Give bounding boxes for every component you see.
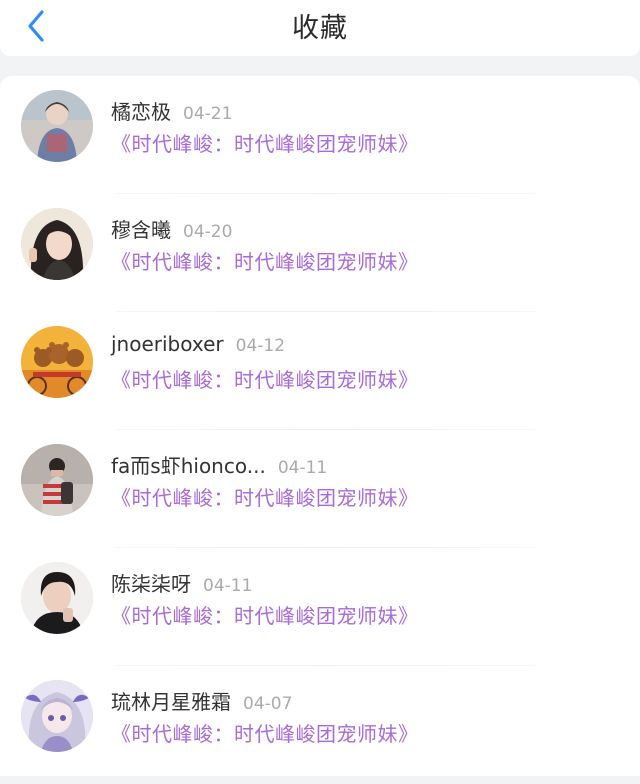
favorite-info: 陈柒柒呀 04-11 [111, 568, 252, 597]
page-title: 收藏 [292, 13, 348, 44]
favorite-info: fa而s虾hionco... 04-11 [111, 450, 327, 479]
user-name[interactable]: fa而s虾hionco... [111, 454, 266, 478]
avatar[interactable] [21, 444, 93, 516]
date-text: 04-11 [203, 576, 253, 596]
list-item[interactable]: 穆含曦 04-20 《时代峰峻：时代峰峻团宠师妹》 [0, 194, 640, 312]
book-title-link[interactable]: 《时代峰峻：时代峰峻团宠师妹》 [111, 246, 419, 275]
user-name[interactable]: 陈柒柒呀 [111, 572, 191, 596]
book-title-link[interactable]: 《时代峰峻：时代峰峻团宠师妹》 [111, 600, 419, 629]
avatar[interactable] [21, 680, 93, 752]
book-title-link[interactable]: 《时代峰峻：时代峰峻团宠师妹》 [111, 482, 419, 511]
favorite-info: jnoeriboxer 04-12 [111, 332, 285, 356]
date-text: 04-11 [277, 458, 328, 478]
top-nav-bar: 收藏 [0, 0, 640, 56]
avatar[interactable] [21, 326, 93, 398]
list-item[interactable]: 琉林月星雅霜 04-07 《时代峰峻：时代峰峻团宠师妹》 [0, 666, 640, 784]
list-item[interactable]: fa而s虾hionco... 04-11 《时代峰峻：时代峰峻团宠师妹》 [0, 430, 640, 548]
avatar[interactable] [21, 90, 93, 162]
book-title-link[interactable]: 《时代峰峻：时代峰峻团宠师妹》 [111, 718, 419, 747]
user-name[interactable]: 橘恋极 [111, 100, 171, 124]
book-title-link[interactable]: 《时代峰峻：时代峰峻团宠师妹》 [111, 364, 419, 393]
favorite-info: 琉林月星雅霜 04-07 [111, 686, 292, 715]
date-text: 04-21 [183, 104, 233, 124]
favorites-list: 橘恋极 04-21 《时代峰峻：时代峰峻团宠师妹》 穆含曦 04-20 《时代峰峻：… [0, 76, 640, 776]
list-item[interactable]: jnoeriboxer 04-12 《时代峰峻：时代峰峻团宠师妹》 [0, 312, 640, 430]
date-text: 04-07 [243, 694, 293, 714]
book-title-link[interactable]: 《时代峰峻：时代峰峻团宠师妹》 [111, 128, 419, 157]
avatar[interactable] [21, 562, 93, 634]
avatar[interactable] [21, 208, 93, 280]
favorite-info: 橘恋极 04-21 [111, 96, 232, 125]
date-text: 04-12 [235, 336, 286, 356]
user-name[interactable]: 穆含曦 [111, 218, 171, 242]
date-text: 04-20 [183, 222, 233, 242]
list-item[interactable]: 陈柒柒呀 04-11 《时代峰峻：时代峰峻团宠师妹》 [0, 548, 640, 666]
user-name[interactable]: 琉林月星雅霜 [111, 690, 231, 714]
user-name[interactable]: jnoeriboxer [111, 332, 224, 356]
favorite-info: 穆含曦 04-20 [111, 214, 232, 243]
list-item[interactable]: 橘恋极 04-21 《时代峰峻：时代峰峻团宠师妹》 [0, 76, 640, 194]
